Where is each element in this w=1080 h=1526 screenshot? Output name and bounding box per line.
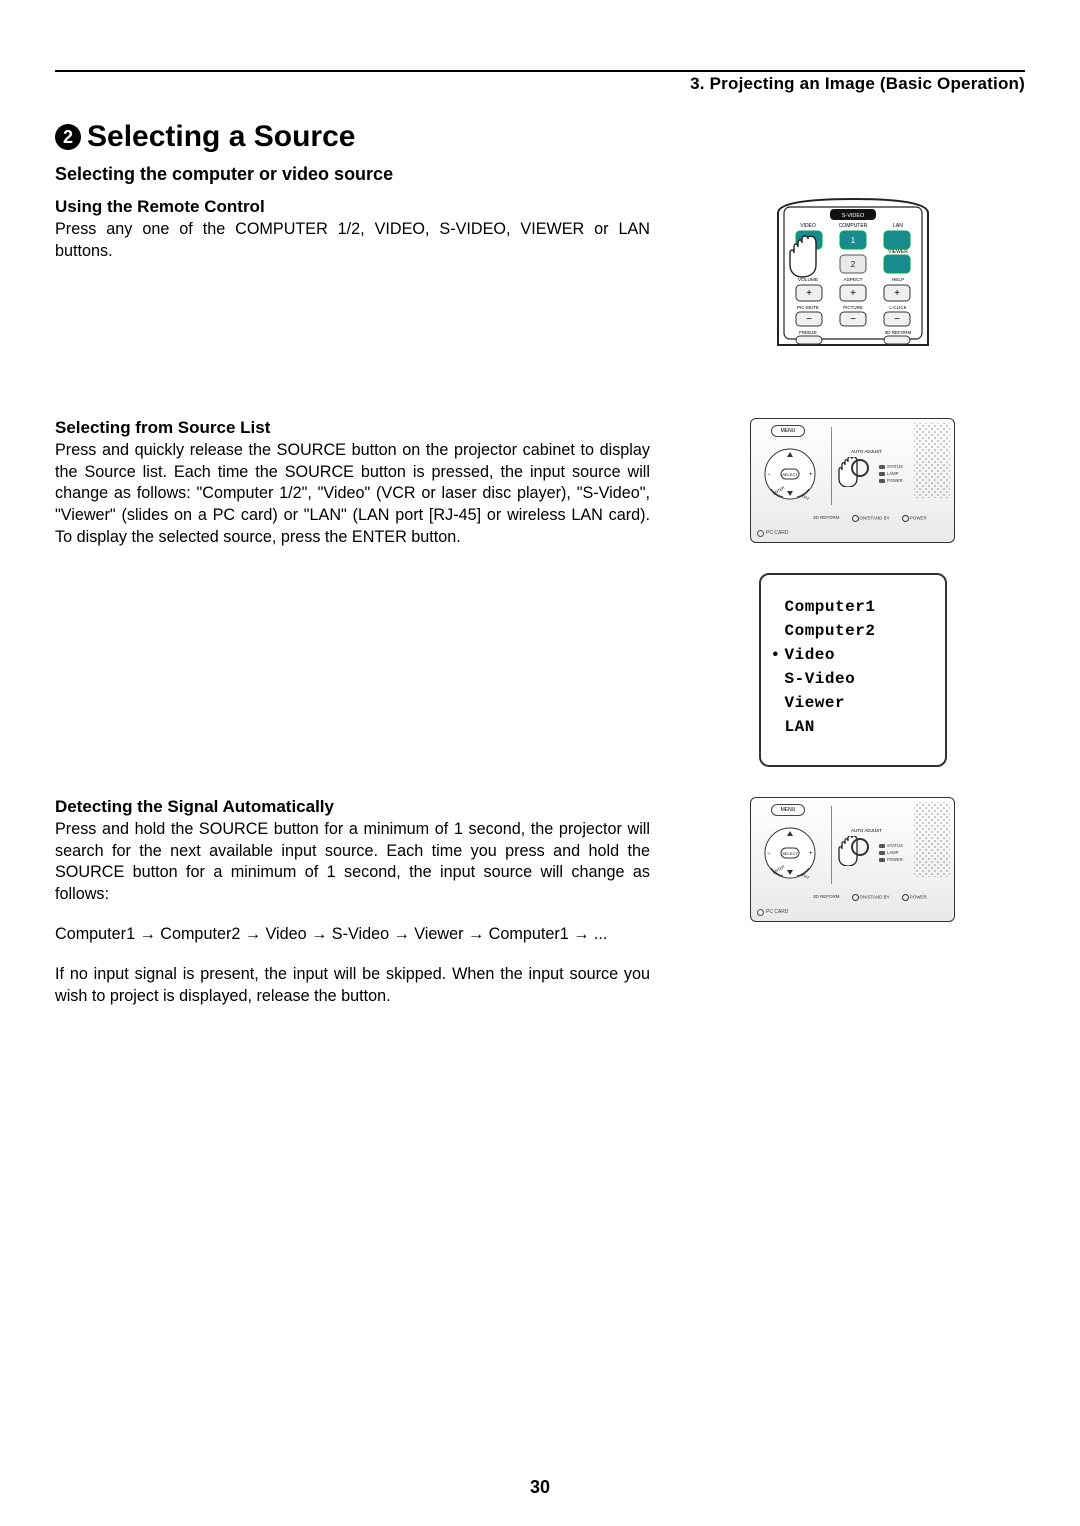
svg-text:PIC-MUTE: PIC-MUTE bbox=[797, 305, 819, 310]
subheading: Selecting the computer or video source bbox=[55, 164, 1025, 185]
remote-body: Press any one of the COMPUTER 1/2, VIDEO… bbox=[55, 219, 650, 263]
source-item-viewer: Viewer bbox=[785, 691, 925, 715]
source-item-computer2: Computer2 bbox=[785, 619, 925, 643]
menu-button-label: MENU bbox=[771, 804, 805, 816]
led-indicators: STATUS LAMP POWER bbox=[879, 463, 903, 484]
svg-text:+: + bbox=[850, 288, 856, 299]
svg-text:VOLUME: VOLUME bbox=[797, 277, 817, 283]
panel-bottom-labels: 3D REFORM ON/STAND BY POWER bbox=[813, 894, 927, 901]
svg-text:−: − bbox=[850, 314, 856, 325]
list-body: Press and quickly release the SOURCE but… bbox=[55, 440, 650, 549]
svg-text:+: + bbox=[809, 472, 813, 478]
svg-text:VIEWER: VIEWER bbox=[888, 249, 908, 255]
figure-remote: S-VIDEO VIDEO COMPUTER LAN 1 2 VIEWER bbox=[768, 197, 938, 347]
speaker-grille-icon bbox=[914, 802, 950, 877]
page-title-text: Selecting a Source bbox=[87, 120, 355, 154]
source-item-computer1: Computer1 bbox=[785, 595, 925, 619]
svg-text:VIDEO: VIDEO bbox=[800, 223, 816, 229]
source-item-lan: LAN bbox=[785, 715, 925, 739]
auto-body1: Press and hold the SOURCE button for a m… bbox=[55, 819, 650, 906]
auto-body2: If no input signal is present, the input… bbox=[55, 964, 650, 1008]
svg-text:ASPECT: ASPECT bbox=[843, 277, 862, 283]
section-number-badge: 2 bbox=[55, 124, 81, 150]
source-item-video: Video bbox=[785, 643, 925, 667]
figure-panel-1: MENU SELECT − + ENTER EXIT bbox=[750, 418, 955, 543]
svg-text:FREEZE: FREEZE bbox=[799, 330, 817, 335]
svg-text:COMPUTER: COMPUTER bbox=[838, 223, 867, 229]
list-title: Selecting from Source List bbox=[55, 418, 650, 438]
auto-adjust-button-icon bbox=[851, 838, 869, 856]
figure-panel-2: MENU SELECT − + ENTER EXIT bbox=[750, 797, 955, 922]
svg-text:−: − bbox=[767, 851, 771, 857]
chapter-header: 3. Projecting an Image (Basic Operation) bbox=[55, 74, 1025, 94]
svg-text:3D REFORM: 3D REFORM bbox=[884, 330, 911, 335]
svg-text:HELP: HELP bbox=[891, 277, 904, 283]
svg-text:L-CLICK: L-CLICK bbox=[889, 305, 906, 310]
menu-button-label: MENU bbox=[771, 425, 805, 437]
svg-text:+: + bbox=[894, 288, 900, 299]
svg-text:+: + bbox=[806, 288, 812, 299]
remote-title: Using the Remote Control bbox=[55, 197, 650, 217]
source-item-svideo: S-Video bbox=[785, 667, 925, 691]
dpad-icon: SELECT − + ENTER EXIT bbox=[759, 443, 821, 505]
svg-text:−: − bbox=[767, 472, 771, 478]
svg-text:PICTURE: PICTURE bbox=[843, 305, 863, 310]
auto-sequence: Computer1 → Computer2 → Video → S-Video … bbox=[55, 924, 650, 946]
svg-text:+: + bbox=[809, 851, 813, 857]
svg-text:SELECT: SELECT bbox=[782, 851, 798, 856]
auto-title: Detecting the Signal Automatically bbox=[55, 797, 650, 817]
section-source-list: Selecting from Source List Press and qui… bbox=[55, 418, 1025, 767]
page-number: 30 bbox=[0, 1477, 1080, 1498]
auto-adjust-label: AUTO ADJUST bbox=[851, 449, 882, 454]
svg-text:LAN: LAN bbox=[893, 223, 903, 229]
svg-text:1: 1 bbox=[850, 236, 855, 245]
led-indicators: STATUS LAMP POWER bbox=[879, 842, 903, 863]
svg-text:2: 2 bbox=[850, 260, 855, 269]
auto-adjust-button-icon bbox=[851, 459, 869, 477]
header-rule bbox=[55, 70, 1025, 72]
svg-text:−: − bbox=[806, 314, 812, 325]
section-remote: Using the Remote Control Press any one o… bbox=[55, 197, 1025, 418]
svg-text:−: − bbox=[894, 314, 900, 325]
auto-adjust-label: AUTO ADJUST bbox=[851, 828, 882, 833]
pc-card-label: PC CARD bbox=[757, 909, 789, 916]
speaker-grille-icon bbox=[914, 423, 950, 498]
figure-source-dialog: Computer1 Computer2 Video S-Video Viewer… bbox=[759, 573, 947, 767]
svg-text:SELECT: SELECT bbox=[782, 472, 798, 477]
pc-card-label: PC CARD bbox=[757, 530, 789, 537]
dpad-icon: SELECT − + ENTER EXIT bbox=[759, 822, 821, 884]
panel-bottom-labels: 3D REFORM ON/STAND BY POWER bbox=[813, 515, 927, 522]
svg-text:S-VIDEO: S-VIDEO bbox=[841, 213, 864, 219]
page-title: 2 Selecting a Source bbox=[55, 120, 1025, 154]
section-auto-detect: Detecting the Signal Automatically Press… bbox=[55, 797, 1025, 1008]
